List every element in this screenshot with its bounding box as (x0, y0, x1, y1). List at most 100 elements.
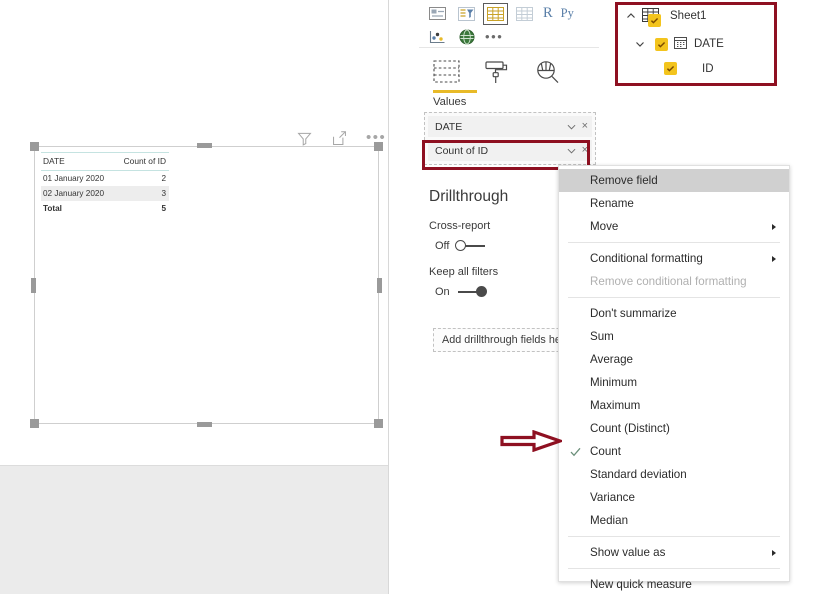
tree-node-sheet1[interactable]: Sheet1 (625, 8, 707, 27)
scatter-icon[interactable] (427, 28, 448, 46)
field-wells[interactable]: DATE × Count of ID × (424, 112, 596, 165)
r-script-visual-icon[interactable]: R (543, 5, 553, 22)
menu-item-label: Move (590, 220, 619, 233)
menu-item-count[interactable]: Count (559, 440, 789, 463)
cell-count: 3 (114, 185, 169, 201)
checkmark-icon (570, 446, 581, 457)
report-canvas[interactable]: ••• DATE Count of ID 01 January 2020 2 0… (0, 0, 388, 465)
matrix-icon[interactable] (514, 5, 535, 23)
more-visuals-icon[interactable]: ••• (485, 30, 503, 43)
visualization-gallery[interactable]: R Py ••• (427, 2, 595, 48)
menu-separator (568, 568, 780, 569)
table-icon[interactable] (483, 2, 508, 25)
active-tab-underline (433, 90, 477, 93)
resize-handle-n[interactable] (197, 143, 212, 148)
keep-all-filters-toggle[interactable] (456, 286, 488, 298)
menu-item-label: Count (590, 445, 621, 458)
menu-item-label: Don't summarize (590, 307, 677, 320)
well-pill-date[interactable]: DATE × (428, 116, 592, 137)
well-pill-count-of-id[interactable]: Count of ID × (428, 140, 592, 161)
menu-item-minimum[interactable]: Minimum (559, 371, 789, 394)
table-row[interactable]: 02 January 2020 3 (41, 185, 169, 201)
well-tab-icons (429, 55, 594, 85)
menu-item-median[interactable]: Median (559, 509, 789, 532)
slicer-icon[interactable] (456, 5, 477, 23)
menu-item-move[interactable]: Move (559, 215, 789, 238)
column-header-date[interactable]: DATE (41, 152, 115, 171)
table-row[interactable]: 01 January 2020 2 (41, 171, 169, 186)
cell-count: 2 (161, 173, 166, 183)
globe-map-icon[interactable] (456, 28, 477, 46)
menu-item-label: Show value as (590, 546, 666, 559)
menu-item-conditional-formatting[interactable]: Conditional formatting (559, 247, 789, 270)
checkbox-checked-icon[interactable] (664, 62, 677, 75)
menu-item-new-quick-measure[interactable]: New quick measure (559, 573, 789, 594)
menu-item-label: Variance (590, 491, 635, 504)
checkbox-checked-icon[interactable] (655, 37, 668, 51)
python-visual-icon[interactable]: Py (561, 6, 574, 21)
tree-node-id[interactable]: ID (664, 62, 714, 75)
menu-item-label: Sum (590, 330, 614, 343)
magnifier-analytics-icon[interactable] (535, 60, 562, 85)
resize-handle-nw[interactable] (30, 142, 39, 151)
toggle-track (457, 291, 478, 293)
resize-handle-s[interactable] (197, 422, 212, 427)
selected-visual[interactable]: DATE Count of ID 01 January 2020 2 02 Ja… (30, 142, 383, 428)
menu-item-remove-field[interactable]: Remove field (559, 169, 789, 192)
field-well-tabs[interactable]: Values (429, 55, 594, 108)
resize-handle-e[interactable] (377, 278, 382, 293)
menu-item-count-distinct[interactable]: Count (Distinct) (559, 417, 789, 440)
chevron-down-icon[interactable] (634, 38, 646, 50)
menu-item-label: Median (590, 514, 629, 527)
total-label: Total (41, 200, 115, 216)
menu-item-label: Remove conditional formatting (590, 275, 747, 288)
well-pill-label: DATE (435, 120, 463, 133)
cell-date: 01 January 2020 (43, 173, 104, 183)
resize-handle-sw[interactable] (30, 419, 39, 428)
menu-item-variance[interactable]: Variance (559, 486, 789, 509)
viz-gallery-row-1: R Py (427, 2, 595, 25)
menu-item-label: Conditional formatting (590, 252, 703, 265)
cross-report-toggle[interactable] (455, 240, 487, 252)
tree-node-label: Sheet1 (670, 10, 707, 22)
tree-node-date[interactable]: DATE (634, 36, 724, 52)
gallery-separator (419, 47, 599, 48)
menu-item-show-value-as[interactable]: Show value as (559, 541, 789, 564)
table-field-icon (642, 8, 661, 27)
card-icon[interactable] (427, 5, 448, 23)
fields-well-icon[interactable] (433, 60, 460, 85)
toggle-knob (455, 240, 467, 251)
well-pill-controls: × (567, 121, 588, 132)
menu-item-average[interactable]: Average (559, 348, 789, 371)
focus-mode-icon[interactable] (331, 130, 348, 147)
resize-handle-ne[interactable] (374, 142, 383, 151)
resize-handle-se[interactable] (374, 419, 383, 428)
fields-tree[interactable]: Sheet1 DATE ID (612, 0, 816, 92)
menu-item-sum[interactable]: Sum (559, 325, 789, 348)
checkbox-checked-icon[interactable] (648, 14, 661, 27)
menu-item-rename[interactable]: Rename (559, 192, 789, 215)
column-header-count-of-id[interactable]: Count of ID (114, 152, 169, 171)
field-context-menu[interactable]: Remove field Rename Move Conditional for… (558, 165, 790, 591)
filter-icon[interactable] (296, 130, 313, 147)
annotation-arrow-icon (500, 430, 562, 452)
table-visual-content[interactable]: DATE Count of ID 01 January 2020 2 02 Ja… (41, 152, 169, 216)
menu-separator (568, 297, 780, 298)
menu-item-label: Maximum (590, 399, 641, 412)
menu-item-maximum[interactable]: Maximum (559, 394, 789, 417)
menu-item-label: Standard deviation (590, 468, 687, 481)
menu-separator (568, 536, 780, 537)
close-icon[interactable]: × (582, 121, 588, 132)
menu-item-dont-summarize[interactable]: Don't summarize (559, 302, 789, 325)
resize-handle-w[interactable] (31, 278, 36, 293)
keep-all-filters-state: On (435, 286, 450, 298)
menu-item-standard-deviation[interactable]: Standard deviation (559, 463, 789, 486)
chevron-down-icon[interactable] (567, 148, 576, 154)
visual-header-toolbar[interactable]: ••• (296, 128, 385, 148)
chevron-up-icon[interactable] (625, 10, 637, 22)
cell-date: 02 January 2020 (41, 185, 115, 201)
paint-roller-icon[interactable] (484, 60, 511, 85)
chevron-down-icon[interactable] (567, 124, 576, 130)
close-icon[interactable]: × (582, 145, 588, 156)
menu-separator (568, 242, 780, 243)
